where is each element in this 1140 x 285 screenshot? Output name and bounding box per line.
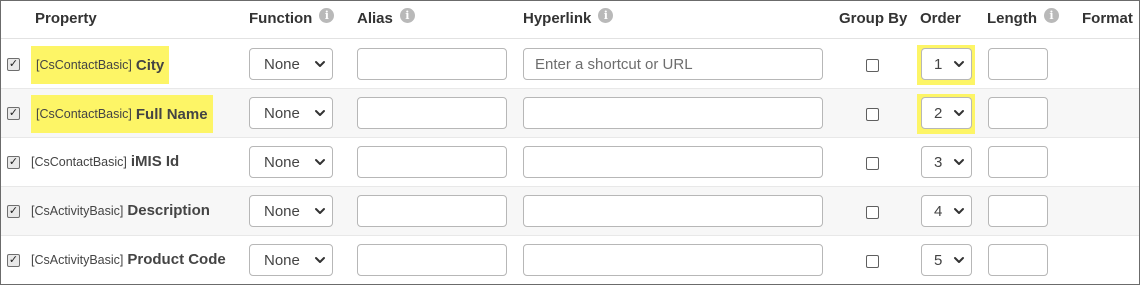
- table-row: ✓ [CsContactBasic] iMIS Id None 3: [1, 138, 1139, 187]
- table-row: ✓ [CsContactBasic] City None Enter a shortcu…: [1, 40, 1139, 89]
- chevron-down-icon: [954, 110, 964, 116]
- function-select[interactable]: None: [249, 97, 333, 129]
- property-name: Full Name: [135, 105, 208, 123]
- group-by-checkbox[interactable]: [866, 157, 879, 170]
- property-name: iMIS Id: [130, 153, 180, 170]
- header-alias-label: Alias: [357, 10, 393, 27]
- chevron-down-icon: [954, 257, 964, 263]
- order-select[interactable]: 1: [921, 48, 972, 80]
- header-alias: Alias i: [357, 8, 415, 27]
- length-input[interactable]: [988, 48, 1048, 80]
- function-select-value: None: [264, 202, 300, 220]
- info-icon[interactable]: i: [319, 8, 335, 23]
- header-order-label: Order: [920, 10, 961, 27]
- chevron-down-icon: [315, 61, 325, 67]
- info-icon[interactable]: i: [1044, 8, 1059, 23]
- header-hyperlink: Hyperlink i: [523, 8, 614, 27]
- length-input[interactable]: [988, 146, 1048, 178]
- function-select-value: None: [264, 104, 300, 122]
- property-object: [CsActivityBasic]: [31, 253, 124, 267]
- function-select[interactable]: None: [249, 146, 333, 178]
- alias-input[interactable]: [357, 195, 507, 227]
- property-name: Description: [127, 202, 210, 219]
- table-row: ✓ [CsActivityBasic] Product Code None 5: [1, 236, 1139, 284]
- chevron-down-icon: [954, 208, 964, 214]
- include-checkbox[interactable]: ✓: [7, 58, 20, 71]
- table-row: ✓ [CsActivityBasic] Description None 4: [1, 187, 1139, 236]
- property-cell: [CsActivityBasic] Description: [31, 202, 210, 222]
- length-input[interactable]: [988, 244, 1048, 276]
- property-cell: [CsContactBasic] City: [31, 46, 170, 84]
- header-group-by-label: Group By: [839, 10, 908, 27]
- order-select[interactable]: 2: [921, 97, 972, 129]
- header-property-label: Property: [35, 10, 97, 27]
- info-icon[interactable]: i: [399, 8, 415, 23]
- hyperlink-input[interactable]: [523, 195, 823, 227]
- property-name: Product Code: [127, 251, 226, 268]
- group-by-checkbox[interactable]: [866, 108, 879, 121]
- order-select[interactable]: 3: [921, 146, 972, 178]
- include-checkbox[interactable]: ✓: [7, 107, 20, 120]
- info-icon[interactable]: i: [598, 8, 614, 23]
- table-row: ✓ [CsContactBasic] Full Name None 2: [1, 89, 1139, 138]
- property-cell: [CsActivityBasic] Product Code: [31, 251, 226, 271]
- alias-input[interactable]: [357, 146, 507, 178]
- header-format: Format: [1082, 10, 1133, 27]
- property-object: [CsContactBasic]: [36, 107, 132, 121]
- include-checkbox[interactable]: ✓: [7, 254, 20, 267]
- hyperlink-input[interactable]: Enter a shortcut or URL: [523, 48, 823, 80]
- query-properties-table: Property Function i Alias i Hyperlink i Gro…: [0, 0, 1140, 285]
- group-by-checkbox[interactable]: [866, 206, 879, 219]
- header-function: Function i: [249, 8, 335, 27]
- property-object: [CsContactBasic]: [36, 58, 132, 72]
- header-length-label: Length: [987, 10, 1037, 27]
- header-property: Property: [35, 10, 97, 27]
- chevron-down-icon: [315, 159, 325, 165]
- order-select-value: 4: [934, 202, 943, 220]
- length-input[interactable]: [988, 195, 1048, 227]
- function-select[interactable]: None: [249, 244, 333, 276]
- property-object: [CsActivityBasic]: [31, 204, 124, 218]
- alias-input[interactable]: [357, 48, 507, 80]
- header-function-label: Function: [249, 10, 313, 27]
- property-name: City: [135, 56, 165, 74]
- order-select[interactable]: 4: [921, 195, 972, 227]
- group-by-checkbox[interactable]: [866, 255, 879, 268]
- header-order: Order: [920, 10, 961, 27]
- function-select-value: None: [264, 55, 300, 73]
- chevron-down-icon: [315, 257, 325, 263]
- order-select-value: 5: [934, 251, 943, 269]
- alias-input[interactable]: [357, 244, 507, 276]
- chevron-down-icon: [315, 208, 325, 214]
- header-length: Length i: [987, 8, 1059, 27]
- chevron-down-icon: [954, 61, 964, 67]
- header-hyperlink-label: Hyperlink: [523, 10, 592, 27]
- property-cell: [CsContactBasic] Full Name: [31, 95, 213, 133]
- hyperlink-input-placeholder: Enter a shortcut or URL: [535, 55, 693, 73]
- order-select-value: 3: [934, 153, 943, 171]
- header-group-by: Group By: [839, 10, 907, 27]
- function-select-value: None: [264, 251, 300, 269]
- alias-input[interactable]: [357, 97, 507, 129]
- hyperlink-input[interactable]: [523, 97, 823, 129]
- hyperlink-input[interactable]: [523, 146, 823, 178]
- include-checkbox[interactable]: ✓: [7, 156, 20, 169]
- function-select-value: None: [264, 153, 300, 171]
- hyperlink-input[interactable]: [523, 244, 823, 276]
- chevron-down-icon: [315, 110, 325, 116]
- order-select-value: 1: [934, 55, 943, 73]
- table-header: Property Function i Alias i Hyperlink i Gro…: [1, 1, 1139, 39]
- property-object: [CsContactBasic]: [31, 155, 127, 169]
- function-select[interactable]: None: [249, 48, 333, 80]
- chevron-down-icon: [954, 159, 964, 165]
- length-input[interactable]: [988, 97, 1048, 129]
- header-format-label: Format: [1082, 10, 1133, 27]
- order-select[interactable]: 5: [921, 244, 972, 276]
- order-select-value: 2: [934, 104, 943, 122]
- group-by-checkbox[interactable]: [866, 59, 879, 72]
- property-cell: [CsContactBasic] iMIS Id: [31, 153, 179, 173]
- include-checkbox[interactable]: ✓: [7, 205, 20, 218]
- function-select[interactable]: None: [249, 195, 333, 227]
